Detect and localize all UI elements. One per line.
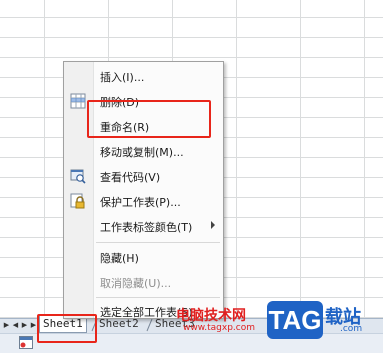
menu-item-label: 隐藏(H)	[100, 252, 139, 265]
menu-item-label: 选定全部工作表(S)	[100, 306, 193, 319]
next-sheet-nav-icon[interactable]: ▶	[20, 318, 29, 332]
menu-item-label: 删除(D)	[100, 96, 140, 109]
menu-item-unhide: 取消隐藏(U)...	[64, 271, 223, 293]
protect-sheet-icon	[70, 193, 85, 209]
prev-sheet-nav-icon[interactable]: ◀	[11, 318, 20, 332]
menu-item-label: 插入(I)...	[100, 71, 145, 84]
menu-item-tab-color[interactable]: 工作表标签颜色(T)	[64, 215, 223, 237]
menu-item-label: 移动或复制(M)...	[100, 146, 184, 159]
menu-item-select-all-sheets[interactable]: 选定全部工作表(S)	[64, 300, 223, 322]
status-bar	[0, 333, 383, 353]
menu-item-label: 查看代码(V)	[100, 171, 161, 184]
menu-item-label: 保护工作表(P)...	[100, 196, 181, 209]
menu-item-move-copy[interactable]: 移动或复制(M)...	[64, 140, 223, 162]
record-macro-icon[interactable]	[19, 336, 33, 349]
menu-item-delete[interactable]: 删除(D)	[64, 90, 223, 112]
menu-separator	[96, 297, 220, 298]
first-sheet-nav-icon[interactable]: ▶	[2, 318, 11, 332]
menu-item-label: 工作表标签颜色(T)	[100, 221, 193, 234]
menu-item-label: 重命名(R)	[100, 121, 150, 134]
menu-item-protect-sheet[interactable]: 保护工作表(P)...	[64, 190, 223, 212]
menu-item-hide[interactable]: 隐藏(H)	[64, 246, 223, 268]
submenu-arrow-icon	[211, 221, 215, 229]
last-sheet-nav-icon[interactable]: ▶	[29, 318, 38, 332]
menu-item-label: 取消隐藏(U)...	[100, 277, 172, 290]
menu-separator	[96, 242, 220, 243]
delete-sheet-icon	[70, 93, 86, 109]
menu-item-insert[interactable]: 插入(I)...	[64, 65, 223, 87]
view-code-icon	[70, 169, 86, 184]
menu-item-view-code[interactable]: 查看代码(V)	[64, 165, 223, 187]
sheet-tab-context-menu: 插入(I)... 删除(D) 重命名(R) 移动或复制(M)... 查看代码(V…	[63, 61, 224, 319]
menu-item-rename[interactable]: 重命名(R)	[64, 115, 223, 137]
